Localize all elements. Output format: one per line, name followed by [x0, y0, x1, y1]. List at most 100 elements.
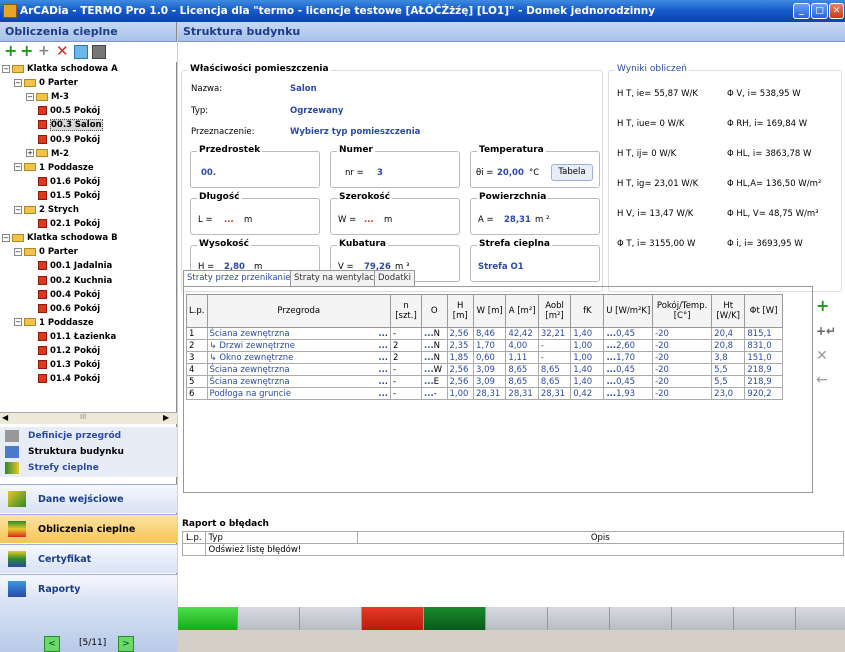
table-cell[interactable]: 4 [186, 363, 208, 376]
tree-node[interactable]: − 1 Poddasze [14, 163, 94, 174]
tree-node[interactable]: 00.9 Pokój [38, 134, 100, 146]
table-cell[interactable]: 3,09 [472, 375, 507, 388]
table-cell[interactable]: 1 [186, 327, 208, 340]
table-cell[interactable]: 3,09 [472, 363, 507, 376]
scroll-left-icon[interactable]: ◀ [2, 413, 8, 422]
table-cell[interactable]: ...N [420, 351, 448, 364]
table-cell[interactable]: 1,40 [570, 375, 605, 388]
table-cell[interactable]: 6 [186, 387, 208, 400]
add-sub-icon[interactable]: + [38, 44, 52, 59]
expand-icon[interactable]: − [26, 92, 34, 101]
expand-icon[interactable]: − [2, 233, 10, 242]
column-header[interactable]: fK [570, 294, 605, 328]
column-header[interactable]: L.p. [186, 294, 208, 328]
nav-dane-wejsciowe[interactable]: Dane wejściowe [0, 484, 177, 513]
tree-node[interactable]: − 2 Strych [14, 205, 79, 216]
table-cell[interactable]: -20 [652, 387, 713, 400]
table-cell[interactable]: 1,70 [472, 339, 507, 352]
table-cell[interactable]: - [390, 327, 422, 340]
tree-node[interactable]: 00.4 Pokój [38, 289, 100, 301]
table-cell[interactable]: Podłoga na gruncie... [206, 387, 392, 400]
tree-node[interactable]: 00.5 Pokój [38, 106, 100, 117]
type-value[interactable]: Ogrzewany [290, 106, 343, 116]
back-arrow-icon[interactable]: ← [816, 372, 830, 388]
tree-hscrollbar[interactable]: ◀ III ▶ [0, 412, 177, 424]
table-cell[interactable]: ...1,93 [603, 387, 654, 400]
more-button[interactable]: ... [424, 329, 434, 339]
table-cell[interactable]: -20 [652, 327, 713, 340]
tree-node[interactable]: 01.4 Pokój [38, 374, 100, 385]
table-cell[interactable]: ...2,60 [603, 339, 654, 352]
tree-node[interactable]: 01.5 Pokój [38, 190, 100, 202]
tree-node[interactable]: 01.2 Pokój [38, 346, 100, 357]
tab-transmission-loss[interactable]: Straty przez przenikanie [183, 270, 295, 287]
expand-icon[interactable]: − [14, 205, 22, 214]
nav-obliczenia-cieplne[interactable]: Obliczenia cieplne [0, 514, 177, 543]
tree-node[interactable]: 02.1 Pokój [38, 219, 100, 230]
table-cell[interactable]: 5,5 [711, 375, 746, 388]
expand-icon[interactable]: − [14, 78, 22, 87]
column-header[interactable]: A [m²] [505, 294, 539, 328]
expand-icon[interactable]: + [26, 149, 34, 158]
table-cell[interactable]: 0,60 [472, 351, 507, 364]
table-cell[interactable]: ...- [420, 387, 448, 400]
more-button[interactable]: ... [606, 353, 616, 363]
table-cell[interactable]: 42,42 [505, 327, 539, 340]
tree-node[interactable]: − 0 Parter [14, 78, 78, 89]
column-header[interactable]: O [420, 294, 448, 328]
table-cell[interactable]: ...0,45 [603, 327, 654, 340]
area-value[interactable]: 28,31 [504, 215, 531, 225]
expand-icon[interactable]: − [14, 318, 22, 327]
tree-node[interactable]: 00.6 Pokój [38, 303, 100, 315]
copy-icon[interactable] [74, 45, 88, 59]
table-cell[interactable]: 0,42 [570, 387, 605, 400]
table-cell[interactable]: 151,0 [744, 351, 783, 364]
more-button[interactable]: ... [606, 365, 616, 375]
delete-icon[interactable]: ✕ [56, 44, 70, 59]
table-cell[interactable]: ...0,45 [603, 375, 654, 388]
table-cell[interactable]: 20,4 [711, 327, 746, 340]
table-cell[interactable]: 1,11 [505, 351, 539, 364]
column-header[interactable]: U [W/m²K] [603, 294, 654, 328]
prefix-value[interactable]: 00. [201, 168, 216, 178]
table-cell[interactable]: 1,85 [446, 351, 474, 364]
more-button[interactable]: ... [606, 329, 616, 339]
table-cell[interactable]: ↳ Okno zewnętrzne... [206, 351, 392, 364]
width-value[interactable]: ... [364, 215, 374, 225]
table-cell[interactable]: 5,5 [711, 363, 746, 376]
table-cell[interactable]: 2 [186, 339, 208, 352]
table-row[interactable]: 6 Podłoga na gruncie... - ...- 1,00 28,31 28,3… [186, 387, 783, 400]
table-cell[interactable]: 1,00 [570, 339, 605, 352]
table-cell[interactable]: ...E [420, 375, 448, 388]
table-cell[interactable]: ...0,45 [603, 363, 654, 376]
table-cell[interactable]: ...N [420, 327, 448, 340]
table-cell[interactable]: 815,1 [744, 327, 783, 340]
table-cell[interactable]: 2,56 [446, 363, 474, 376]
table-cell[interactable]: 3 [186, 351, 208, 364]
table-row[interactable]: 5 Ściana zewnętrzna... - ...E 2,56 3,09 8,65 8,… [186, 375, 783, 388]
table-cell[interactable]: 28,31 [472, 387, 507, 400]
nav-certyfikat[interactable]: Certyfikat [0, 544, 177, 573]
table-cell[interactable]: Ściana zewnętrzna... [206, 363, 392, 376]
table-cell[interactable]: 20,8 [711, 339, 746, 352]
column-header[interactable]: Φt [W] [744, 294, 783, 328]
table-cell[interactable]: 28,31 [537, 387, 572, 400]
table-cell[interactable]: 831,0 [744, 339, 783, 352]
tab-additions[interactable]: Dodatki [374, 270, 415, 287]
nav-raporty[interactable]: Raporty [0, 574, 177, 603]
nav-strefy[interactable]: Strefy cieplne [0, 459, 177, 477]
table-cell[interactable]: ...1,70 [603, 351, 654, 364]
tree-node[interactable]: 00.1 Jadalnia [38, 261, 112, 272]
add-icon[interactable]: + [4, 43, 18, 59]
table-cell[interactable]: 3,8 [711, 351, 746, 364]
more-button[interactable]: ... [424, 377, 434, 387]
minimize-button[interactable]: _ [793, 3, 810, 19]
table-cell[interactable]: ...W [420, 363, 448, 376]
table-cell[interactable]: - [390, 375, 422, 388]
expand-icon[interactable]: − [14, 247, 22, 256]
table-cell[interactable]: ...N [420, 339, 448, 352]
table-row[interactable]: 2 ↳ Drzwi zewnętrzne... 2 ...N 2,35 1,70 4,00-… [186, 339, 783, 352]
more-button[interactable]: ... [378, 389, 388, 399]
table-cell[interactable]: - [537, 339, 572, 352]
tree-node[interactable]: + M-2 [26, 149, 69, 160]
